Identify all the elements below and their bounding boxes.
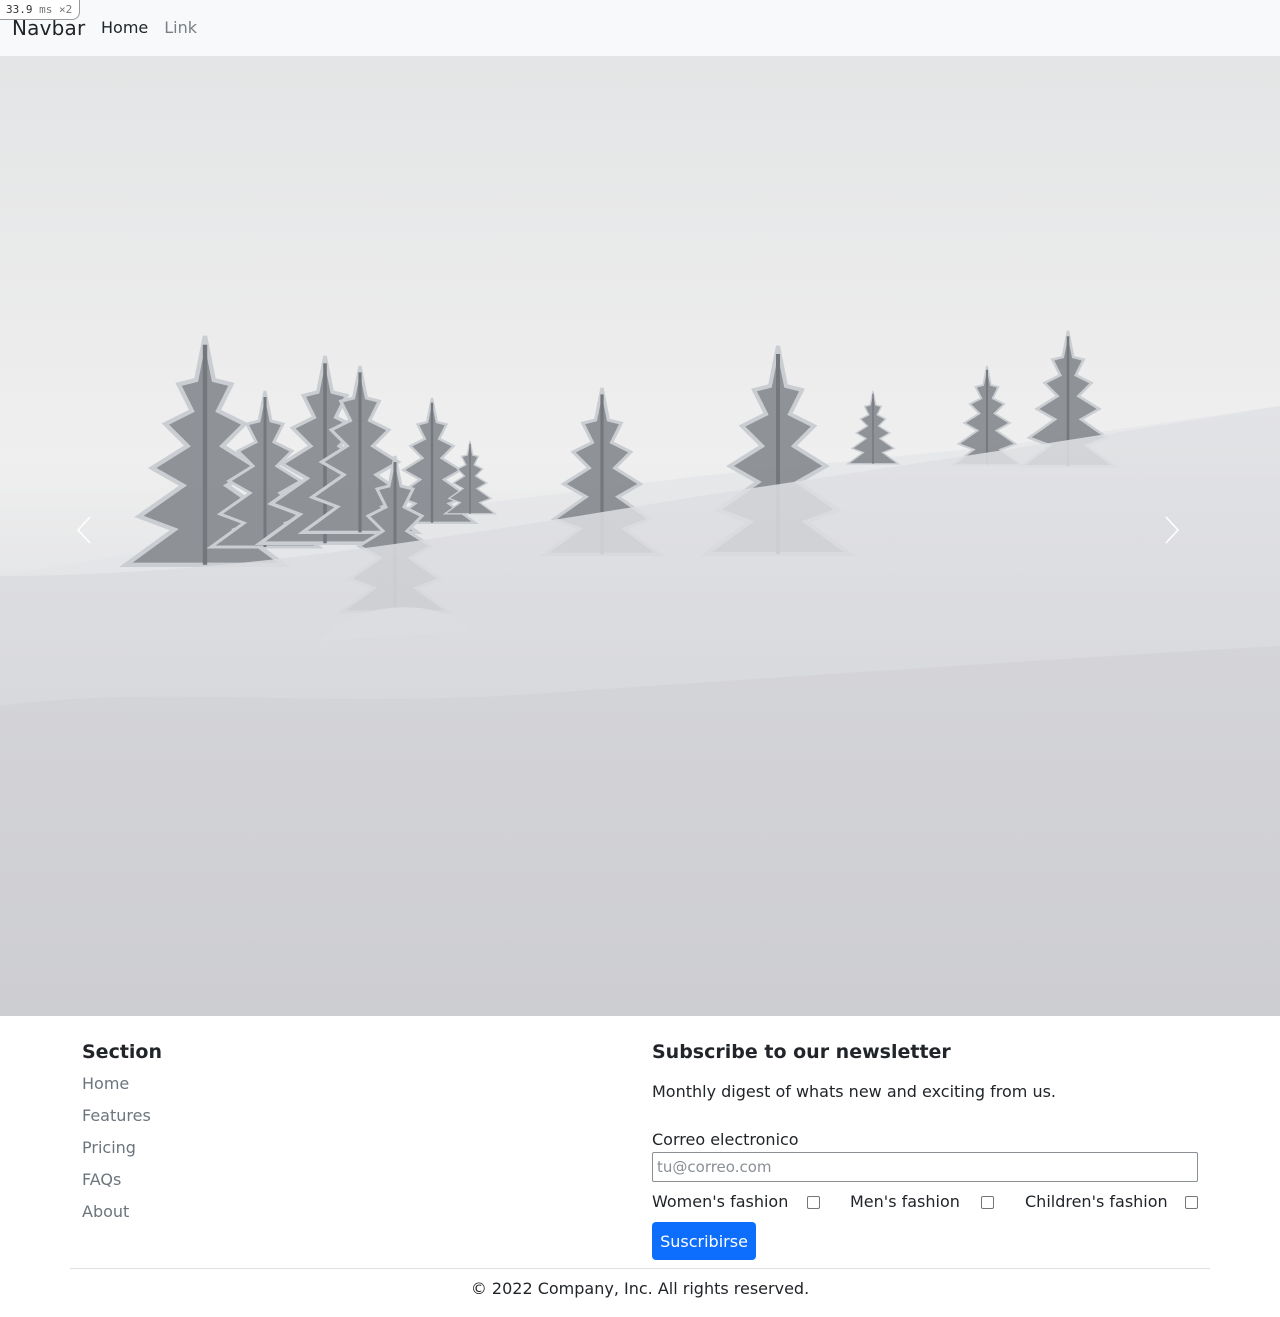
childrens-fashion-checkbox[interactable] [1185,1196,1198,1209]
email-field[interactable] [652,1152,1198,1182]
chevron-right-icon [1165,516,1180,544]
list-item: About [82,1200,151,1232]
section-links: Home Features Pricing FAQs About [82,1072,151,1232]
newsletter-title: Subscribe to our newsletter [652,1041,951,1063]
perf-value: 33.9 [6,3,33,16]
list-item: Pricing [82,1136,151,1168]
footer-link-about[interactable]: About [82,1202,129,1221]
subscribe-button[interactable]: Suscribirse [652,1222,756,1260]
fashion-options: Women's fashion Men's fashion Children's… [652,1190,1198,1214]
list-item: Home [82,1072,151,1104]
mens-fashion-checkbox[interactable] [981,1196,994,1209]
list-item: FAQs [82,1168,151,1200]
footer-link-features[interactable]: Features [82,1106,151,1125]
copyright-text: © 2022 Company, Inc. All rights reserved… [470,1279,810,1298]
perf-unit: ms [39,3,53,16]
nav-link-home[interactable]: Home [101,17,148,39]
email-label: Correo electronico [652,1130,799,1149]
footer-divider [70,1268,1210,1269]
childrens-fashion-label: Children's fashion [1025,1192,1168,1211]
newsletter-description: Monthly digest of whats new and exciting… [652,1082,1056,1101]
nav-link-link[interactable]: Link [164,17,197,39]
womens-fashion-label: Women's fashion [652,1192,789,1211]
section-title: Section [82,1041,163,1063]
perf-multiplier: ×2 [59,3,73,16]
top-navbar: Navbar Home Link [0,0,1280,56]
list-item: Features [82,1104,151,1136]
carousel-next-button[interactable] [1164,516,1204,556]
footer-link-faqs[interactable]: FAQs [82,1170,121,1189]
womens-fashion-checkbox[interactable] [807,1196,820,1209]
footer-link-pricing[interactable]: Pricing [82,1138,136,1157]
perf-badge: 33.9 ms ×2 [0,0,80,20]
nav-links: Home Link [101,17,197,39]
snowy-forest-image [0,329,1280,1016]
mens-fashion-label: Men's fashion [850,1192,960,1211]
chevron-left-icon [76,516,91,544]
footer-link-home[interactable]: Home [82,1074,129,1093]
carousel-prev-button[interactable] [76,516,116,556]
hero-carousel [0,56,1280,1016]
